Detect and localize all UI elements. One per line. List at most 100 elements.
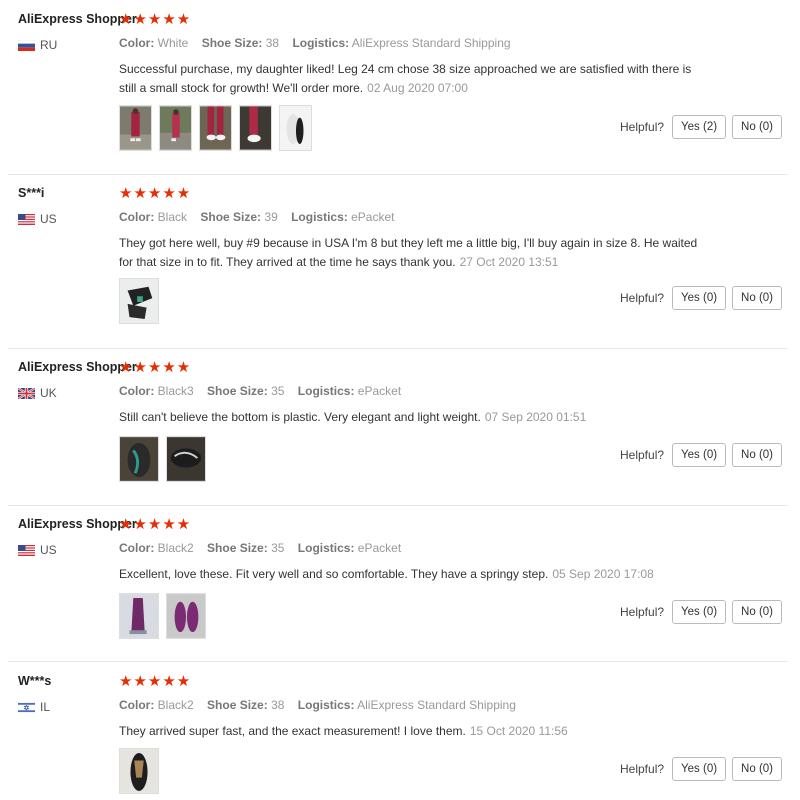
divider [8,348,788,349]
helpful-label: Helpful? [620,120,665,134]
reviewer-name: S***i [18,186,45,200]
review-photo-thumbnail[interactable] [239,105,272,151]
helpful-yes-button[interactable]: Yes (0) [672,600,727,624]
shoe-size-value: 38 [271,698,285,712]
shoe-size-value: 35 [271,384,285,398]
review-photos [119,278,159,324]
order-properties: Color: Black Shoe Size: 39 Logistics: eP… [119,210,404,224]
helpful-voting: Helpful? Yes (0) No (0) [620,757,782,781]
review-photos [119,748,159,794]
logistics-label: Logistics: [297,384,355,398]
shoe-size-label: Shoe Size: [200,210,262,224]
country-code: RU [40,38,58,52]
helpful-voting: Helpful? Yes (0) No (0) [620,600,782,624]
review-text: Still can't believe the bottom is plasti… [119,408,709,427]
helpful-no-button[interactable]: No (0) [732,600,782,624]
review-date: 27 Oct 2020 13:51 [459,255,559,269]
review-text: Successful purchase, my daughter liked! … [119,60,709,98]
divider [8,661,788,662]
helpful-label: Helpful? [620,291,665,305]
order-properties: Color: Black2 Shoe Size: 35 Logistics: e… [119,541,411,555]
review-photo-thumbnail[interactable] [159,105,192,151]
helpful-voting: Helpful? Yes (0) No (0) [620,443,782,467]
helpful-yes-button[interactable]: Yes (0) [672,443,727,467]
review-photo-thumbnail[interactable] [119,748,159,794]
reviewer-country: US [18,212,57,226]
logistics-label: Logistics: [292,36,350,50]
star-rating: ★★★★★ [119,516,192,533]
shoe-size-label: Shoe Size: [207,698,268,712]
review-text: They arrived super fast, and the exact m… [119,722,709,741]
review-photos [119,105,312,151]
helpful-yes-button[interactable]: Yes (0) [672,757,727,781]
helpful-no-button[interactable]: No (0) [732,286,782,310]
logistics-value: ePacket [351,210,395,224]
country-code: US [40,543,57,557]
color-value: Black2 [157,698,194,712]
star-rating: ★★★★★ [119,11,192,28]
helpful-no-button[interactable]: No (0) [732,757,782,781]
star-rating: ★★★★★ [119,185,192,202]
helpful-voting: Helpful? Yes (0) No (0) [620,286,782,310]
color-value: White [157,36,189,50]
review-body: Still can't believe the bottom is plasti… [119,410,481,424]
shoe-size-label: Shoe Size: [207,541,268,555]
review-date: 15 Oct 2020 11:56 [469,724,568,738]
star-rating: ★★★★★ [119,673,192,690]
helpful-yes-button[interactable]: Yes (2) [672,115,727,139]
shoe-size-value: 38 [265,36,280,50]
divider [8,174,788,175]
reviewer-country: UK [18,386,57,400]
logistics-label: Logistics: [297,698,355,712]
review-photo-thumbnail[interactable] [119,105,152,151]
color-label: Color: [119,384,155,398]
review-photo-thumbnail[interactable] [166,436,206,482]
reviewer-country: IL [18,700,50,714]
helpful-voting: Helpful? Yes (2) No (0) [620,115,782,139]
helpful-label: Helpful? [620,762,665,776]
helpful-no-button[interactable]: No (0) [732,443,782,467]
logistics-value: ePacket [357,541,402,555]
helpful-no-button[interactable]: No (0) [732,115,782,139]
review-item: W***s IL ★★★★★ Color: Black2 Shoe Size: … [0,666,800,800]
review-body: They arrived super fast, and the exact m… [119,724,466,738]
il-flag-icon [18,701,35,713]
color-label: Color: [119,36,155,50]
us-flag-icon [18,544,35,556]
logistics-value: AliExpress Standard Shipping [351,36,511,50]
review-photo-thumbnail[interactable] [166,593,206,639]
helpful-label: Helpful? [620,448,665,462]
divider [8,505,788,506]
review-date: 05 Sep 2020 17:08 [552,567,654,581]
color-label: Color: [119,541,155,555]
review-photo-thumbnail[interactable] [279,105,312,151]
review-text: They got here well, buy #9 because in US… [119,234,709,272]
reviewer-country: RU [18,38,57,52]
country-code: UK [40,386,57,400]
review-photo-thumbnail[interactable] [119,593,159,639]
country-code: IL [40,700,51,714]
review-body: Excellent, love these. Fit very well and… [119,567,549,581]
review-photo-thumbnail[interactable] [199,105,232,151]
order-properties: Color: White Shoe Size: 38 Logistics: Al… [119,36,521,50]
shoe-size-value: 35 [271,541,285,555]
review-item: S***i US ★★★★★ Color: Black Shoe Size: 3… [0,178,800,349]
review-body: They got here well, buy #9 because in US… [119,236,698,269]
logistics-label: Logistics: [297,541,355,555]
review-item: AliExpress Shopper US ★★★★★ Color: Black… [0,509,800,662]
helpful-yes-button[interactable]: Yes (0) [672,286,727,310]
review-photo-thumbnail[interactable] [119,278,159,324]
helpful-label: Helpful? [620,605,665,619]
color-label: Color: [119,698,155,712]
review-photo-thumbnail[interactable] [119,436,159,482]
star-rating: ★★★★★ [119,359,192,376]
order-properties: Color: Black3 Shoe Size: 35 Logistics: e… [119,384,411,398]
color-value: Black3 [157,384,194,398]
review-date: 07 Sep 2020 01:51 [484,410,587,424]
shoe-size-value: 39 [264,210,278,224]
review-item: AliExpress Shopper UK ★★★★★ Color: Black… [0,352,800,506]
ru-flag-icon [18,39,35,51]
color-value: Black [157,210,188,224]
review-photos [119,436,206,482]
shoe-size-label: Shoe Size: [207,384,268,398]
